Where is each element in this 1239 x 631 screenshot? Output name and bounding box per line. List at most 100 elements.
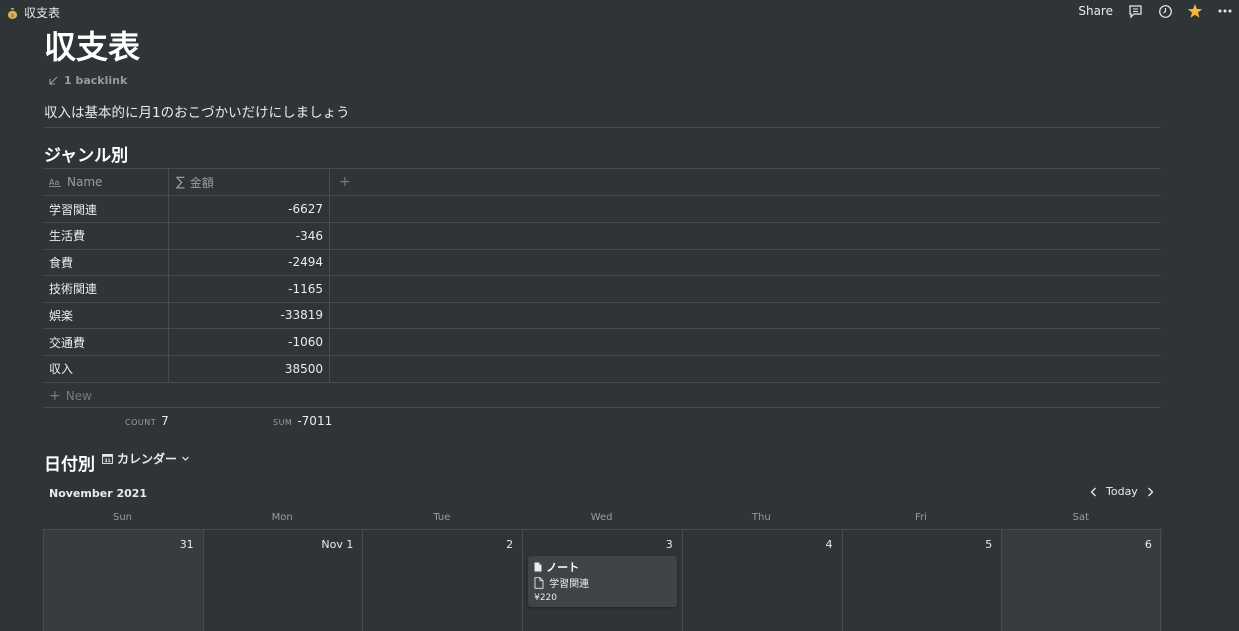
table-row[interactable]: 食費 -2494 [43, 249, 1161, 277]
calendar-day-cell[interactable]: Nov 1 [202, 529, 364, 631]
breadcrumb[interactable]: $ 収支表 [7, 4, 60, 21]
weekday-label: Wed [590, 512, 613, 523]
new-row-label: New [65, 389, 92, 403]
document-icon [534, 562, 542, 572]
table-row[interactable]: 娯楽 -33819 [43, 302, 1161, 330]
page-description: 収入は基本的に月1のおこづかいだけにしましょう [44, 105, 350, 121]
calendar-day-cell[interactable]: 31 [43, 529, 204, 631]
backlink-label: 1 backlink [64, 74, 128, 87]
cell-amount[interactable]: -1165 [170, 275, 330, 302]
page-title: 収支表 [44, 28, 141, 66]
cell-amount[interactable]: -6627 [170, 196, 330, 222]
calendar-day-cell[interactable]: 2 [362, 529, 524, 631]
view-label: カレンダー [117, 452, 178, 466]
table-row[interactable]: 技術関連 -1165 [43, 275, 1161, 303]
share-button[interactable]: Share [1078, 4, 1113, 18]
calendar-day-cell[interactable]: 3 ノート 学習関連 ¥220 [522, 529, 683, 631]
count-value: 7 [161, 414, 169, 428]
star-icon[interactable] [1187, 3, 1203, 19]
svg-text:Aa: Aa [49, 178, 59, 187]
calendar-day-cell[interactable]: 4 [681, 529, 843, 631]
calendar-day-cell[interactable]: 6 [1001, 529, 1162, 631]
cell-amount[interactable]: 38500 [170, 355, 330, 382]
plus-icon: + [49, 388, 61, 404]
sum-label: SUM [273, 418, 293, 427]
row-amount: -33819 [280, 308, 323, 323]
weekday-label: Sun [112, 512, 133, 523]
table-row[interactable]: 収入 38500 [43, 355, 1161, 383]
weekday-label: Sat [1072, 512, 1089, 523]
weekday-label: Mon [271, 512, 293, 523]
cell-amount[interactable]: -346 [170, 222, 330, 249]
count-label: COUNT [125, 418, 157, 427]
new-row-button[interactable]: + New [49, 388, 92, 404]
row-amount: -346 [295, 228, 323, 243]
event-genre: 学習関連 [549, 579, 590, 590]
column-name-label: Name [67, 175, 103, 189]
chevron-right-icon[interactable] [1144, 486, 1156, 498]
cell-name[interactable]: 収入 [43, 355, 169, 382]
page-icon [534, 576, 544, 589]
column-header-amount[interactable]: ∑ 金額 [170, 169, 330, 195]
add-column-button[interactable]: + [339, 174, 351, 190]
view-switcher[interactable]: 31 カレンダー [102, 450, 190, 467]
column-header-name[interactable]: Aa Name [43, 169, 169, 195]
row-amount: -6627 [288, 202, 323, 216]
cell-name[interactable]: 食費 [43, 249, 169, 276]
clock-icon[interactable] [1157, 3, 1173, 19]
more-icon[interactable] [1217, 3, 1233, 19]
svg-text:31: 31 [104, 458, 110, 464]
date-number: 31 [179, 538, 194, 551]
today-button[interactable]: Today [1106, 485, 1138, 498]
row-name: 娯楽 [49, 308, 74, 323]
table-row[interactable]: 交通費 -1060 [43, 329, 1161, 356]
weekday-label: Fri [915, 512, 927, 523]
cell-amount[interactable]: -1060 [170, 329, 330, 355]
table-row[interactable]: 生活費 -346 [43, 222, 1161, 250]
calendar-nav: Today [1088, 485, 1156, 498]
row-name: 学習関連 [49, 202, 98, 217]
calendar-right-border [1160, 529, 1161, 631]
row-amount: 38500 [284, 361, 323, 376]
calendar-event-card[interactable]: ノート学習関連 ¥220 [528, 556, 678, 607]
date-number: 2 [506, 538, 514, 551]
row-name: 生活費 [49, 229, 86, 244]
column-amount-label: 金額 [189, 175, 214, 190]
row-name: 食費 [49, 255, 74, 270]
row-amount: -2494 [288, 255, 323, 270]
backlink-link[interactable]: 1 backlink [48, 74, 127, 87]
row-amount: -1165 [288, 281, 323, 296]
chevron-left-icon[interactable] [1088, 486, 1100, 498]
sum-calculation[interactable]: SUM -7011 [273, 414, 332, 428]
row-name: 交通費 [49, 335, 86, 350]
text-property-icon: Aa [49, 178, 61, 187]
genre-heading: ジャンル別 [44, 146, 129, 166]
chevron-down-icon [182, 456, 189, 461]
table-bottom-border [43, 407, 1161, 408]
comment-icon[interactable] [1127, 3, 1143, 19]
date-number: Nov 1 [321, 538, 354, 551]
table-row[interactable]: 学習関連 -6627 [43, 196, 1161, 223]
row-name: 技術関連 [49, 282, 98, 297]
cell-name[interactable]: 交通費 [43, 329, 169, 355]
cell-name[interactable]: 技術関連 [43, 275, 169, 302]
row-amount: -1060 [288, 335, 323, 349]
calendar-icon: 31 [102, 454, 113, 464]
event-price: ¥220 [534, 593, 557, 603]
cell-name[interactable]: 生活費 [43, 222, 169, 249]
count-calculation[interactable]: COUNT 7 [125, 414, 169, 428]
cell-name[interactable]: 娯楽 [43, 302, 169, 329]
date-number: 4 [825, 538, 833, 551]
money-bag-icon: $ [7, 7, 18, 19]
sum-value: -7011 [297, 414, 333, 428]
divider [44, 127, 1161, 128]
calendar-heading: 日付別 [44, 455, 95, 475]
sigma-icon: ∑ [176, 174, 185, 190]
svg-text:$: $ [11, 13, 15, 19]
top-bar: $ 収支表 Share [0, 0, 1239, 22]
cell-amount[interactable]: -2494 [170, 249, 330, 276]
event-title: ノート [546, 561, 580, 574]
cell-amount[interactable]: -33819 [170, 302, 330, 329]
calendar-day-cell[interactable]: 5 [841, 529, 1003, 631]
cell-name[interactable]: 学習関連 [43, 196, 169, 222]
